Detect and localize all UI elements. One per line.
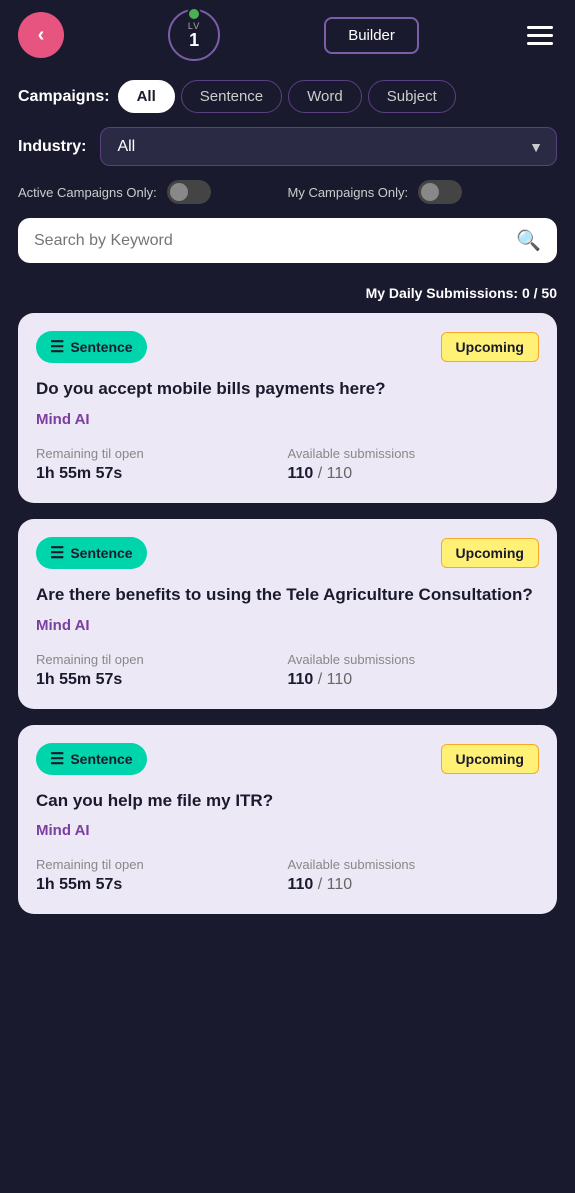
type-label: Sentence — [70, 545, 132, 561]
remaining-label: Remaining til open — [36, 652, 288, 667]
industry-label: Industry: — [18, 138, 86, 156]
search-icon: 🔍 — [516, 228, 541, 253]
type-label: Sentence — [70, 339, 132, 355]
card-header: ☰ Sentence Upcoming — [36, 331, 539, 363]
remaining-label: Remaining til open — [36, 446, 288, 461]
available-value: 110 / 110 — [288, 876, 540, 894]
card-stats: Remaining til open 1h 55m 57s Available … — [36, 652, 539, 689]
tab-sentence[interactable]: Sentence — [181, 80, 282, 113]
remaining-value: 1h 55m 57s — [36, 876, 288, 894]
upcoming-badge: Upcoming — [441, 744, 539, 774]
campaign-card[interactable]: ☰ Sentence Upcoming Do you accept mobile… — [18, 313, 557, 503]
sentence-icon: ☰ — [50, 749, 64, 769]
search-row: 🔍 — [18, 218, 557, 263]
active-campaigns-toggle-group: Active Campaigns Only: — [18, 180, 288, 204]
my-campaigns-toggle[interactable] — [418, 180, 462, 204]
search-input[interactable] — [34, 232, 506, 250]
card-org: Mind AI — [36, 617, 539, 634]
tab-word[interactable]: Word — [288, 80, 362, 113]
campaign-card[interactable]: ☰ Sentence Upcoming Can you help me file… — [18, 725, 557, 915]
header: ‹ LV 1 Builder — [0, 0, 575, 70]
type-badge: ☰ Sentence — [36, 743, 147, 775]
filters-section: Campaigns: AllSentenceWordSubject Indust… — [0, 70, 575, 277]
card-header: ☰ Sentence Upcoming — [36, 743, 539, 775]
submissions-text: My Daily Submissions: 0 / 50 — [366, 285, 557, 301]
card-org: Mind AI — [36, 822, 539, 839]
hamburger-menu[interactable] — [523, 22, 557, 49]
sentence-icon: ☰ — [50, 337, 64, 357]
remaining-label: Remaining til open — [36, 857, 288, 872]
back-button[interactable]: ‹ — [18, 12, 64, 58]
active-campaigns-toggle[interactable] — [167, 180, 211, 204]
available-value: 110 / 110 — [288, 671, 540, 689]
sentence-icon: ☰ — [50, 543, 64, 563]
builder-button[interactable]: Builder — [324, 17, 419, 54]
industry-select[interactable]: All Agriculture Finance Healthcare Techn… — [100, 127, 557, 166]
upcoming-badge: Upcoming — [441, 538, 539, 568]
type-label: Sentence — [70, 751, 132, 767]
card-question: Are there benefits to using the Tele Agr… — [36, 583, 539, 607]
tab-all[interactable]: All — [118, 80, 175, 113]
industry-row: Industry: All Agriculture Finance Health… — [18, 127, 557, 166]
available-label: Available submissions — [288, 652, 540, 667]
upcoming-badge: Upcoming — [441, 332, 539, 362]
remaining-stat: Remaining til open 1h 55m 57s — [36, 446, 288, 483]
type-badge: ☰ Sentence — [36, 537, 147, 569]
tab-subject[interactable]: Subject — [368, 80, 456, 113]
card-org: Mind AI — [36, 411, 539, 428]
level-number: 1 — [189, 31, 199, 49]
remaining-value: 1h 55m 57s — [36, 465, 288, 483]
available-value: 110 / 110 — [288, 465, 540, 483]
campaign-card[interactable]: ☰ Sentence Upcoming Are there benefits t… — [18, 519, 557, 709]
campaigns-label: Campaigns: — [18, 88, 110, 106]
active-campaigns-label: Active Campaigns Only: — [18, 185, 157, 200]
campaigns-row: Campaigns: AllSentenceWordSubject — [18, 80, 557, 113]
card-question: Can you help me file my ITR? — [36, 789, 539, 813]
available-stat: Available submissions 110 / 110 — [288, 857, 540, 894]
card-question: Do you accept mobile bills payments here… — [36, 377, 539, 401]
card-stats: Remaining til open 1h 55m 57s Available … — [36, 446, 539, 483]
level-badge: LV 1 — [168, 9, 220, 61]
submissions-counter: My Daily Submissions: 0 / 50 — [0, 277, 575, 305]
remaining-value: 1h 55m 57s — [36, 671, 288, 689]
remaining-stat: Remaining til open 1h 55m 57s — [36, 857, 288, 894]
available-label: Available submissions — [288, 857, 540, 872]
type-badge: ☰ Sentence — [36, 331, 147, 363]
card-stats: Remaining til open 1h 55m 57s Available … — [36, 857, 539, 894]
available-stat: Available submissions 110 / 110 — [288, 446, 540, 483]
remaining-stat: Remaining til open 1h 55m 57s — [36, 652, 288, 689]
available-stat: Available submissions 110 / 110 — [288, 652, 540, 689]
my-campaigns-toggle-group: My Campaigns Only: — [288, 180, 558, 204]
available-label: Available submissions — [288, 446, 540, 461]
card-header: ☰ Sentence Upcoming — [36, 537, 539, 569]
toggles-row: Active Campaigns Only: My Campaigns Only… — [18, 180, 557, 204]
cards-container: ☰ Sentence Upcoming Do you accept mobile… — [0, 305, 575, 934]
my-campaigns-label: My Campaigns Only: — [288, 185, 409, 200]
industry-select-wrapper: All Agriculture Finance Healthcare Techn… — [100, 127, 557, 166]
campaign-tabs: AllSentenceWordSubject — [118, 80, 456, 113]
